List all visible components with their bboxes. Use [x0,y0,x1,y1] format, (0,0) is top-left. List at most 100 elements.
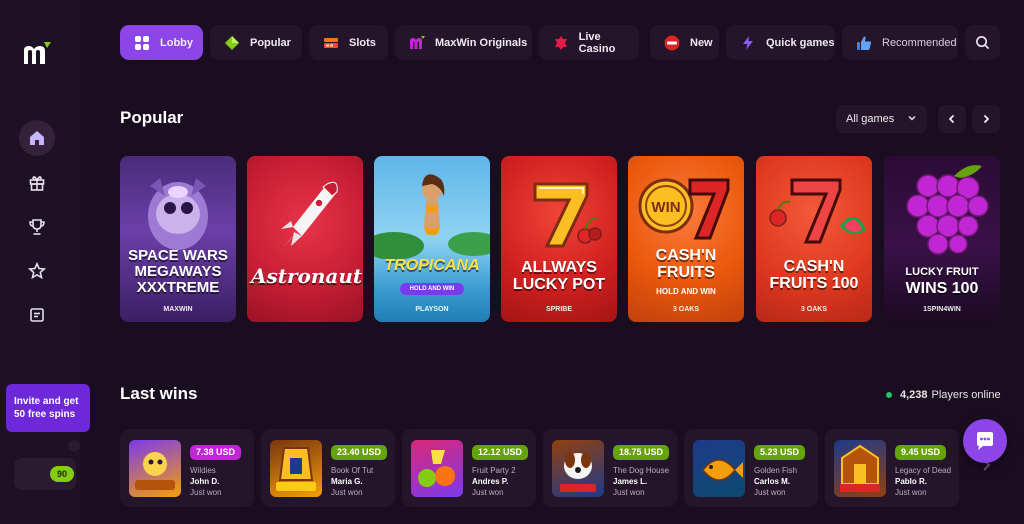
tab-slots[interactable]: Slots [309,25,388,60]
win-time: Just won [895,488,927,497]
win-game-thumbnail [411,440,463,497]
tab-lobby[interactable]: Lobby [120,25,203,60]
win-time: Just won [472,488,504,497]
tab-label: Live Casino [578,30,616,55]
game-provider: SPRIBE [545,306,573,313]
game-card-allways-lucky-pot[interactable]: ALLWAYS LUCKY POT SPRIBE [501,156,617,322]
sidebar-collapse-handle[interactable] [68,440,80,452]
win-amount: 23.40 USD [331,445,388,460]
chat-button[interactable] [963,419,1007,463]
chevron-down-icon [908,115,916,121]
game-provider: PLAYSON [415,306,449,313]
chat-icon [977,432,993,450]
trophy-icon[interactable] [19,209,55,245]
game-provider: 1SPIN4WIN [923,306,961,313]
win-amount: 18.75 USD [613,445,670,460]
game-card-lucky-fruit[interactable]: LUCKY FRUIT WINS 100 1SPIN4WIN [884,156,1000,322]
invite-line-2: 50 free spins [14,409,76,420]
win-game-thumbnail [129,440,181,497]
win-amount: 5.23 USD [754,445,806,460]
points-badge: 90 [50,466,74,482]
game-card-cashn-fruits[interactable]: WIN CASH'N FRUITS HOLD AND WIN 3 OAKS [628,156,744,322]
win-game-name: Book Of Tut [331,466,374,475]
game-card-cashn-fruits-100[interactable]: CASH'N FRUITS 100 3 OAKS [756,156,872,322]
win-entry[interactable]: 9.45 USD Legacy of Dead Pablo R. Just wo… [825,429,959,507]
new-badge-icon [663,34,681,52]
star-icon[interactable] [19,253,55,289]
win-entry[interactable]: 5.23 USD Golden Fish Carlos M. Just won [684,429,818,507]
tab-recommended[interactable]: Recommended [842,25,958,60]
invite-line-1: Invite and get [14,396,79,407]
tab-label: Lobby [160,36,193,49]
game-subtitle: WINS 100 [905,280,979,297]
home-icon[interactable] [19,120,55,156]
game-title: TROPICANA [384,257,480,274]
win-game-thumbnail [552,440,604,497]
fruits-seven-art [769,178,866,244]
news-icon[interactable] [19,297,55,333]
slots-icon [322,34,340,52]
search-icon [976,36,990,50]
tab-label: Recommended [882,36,957,49]
tab-live-casino[interactable]: Live Casino [539,25,639,60]
win-time: Just won [331,488,363,497]
game-title: SPACE WARS MEGAWAYS XXXTREME [128,247,228,296]
popular-prev-button[interactable] [938,105,966,133]
tab-new[interactable]: New [650,25,719,60]
game-title: Astronaut [251,264,363,288]
game-title: ALLWAYS LUCKY POT [512,259,606,293]
online-label: Players online [931,389,1001,401]
win-entry[interactable]: 12.12 USD Fruit Party 2 Andres P. Just w… [402,429,536,507]
diamond-icon [223,34,241,52]
win-amount: 7.38 USD [190,445,242,460]
lightning-icon [739,34,757,52]
games-filter-select[interactable]: All games [836,105,927,133]
search-button[interactable] [965,25,1000,60]
online-status-dot [886,392,892,398]
filter-value: All games [846,113,895,125]
rocket-art [281,181,338,248]
win-entry[interactable]: 18.75 USD The Dog House James L. Just wo… [543,429,677,507]
win-player: John D. [190,477,220,486]
win-player: Maria G. [331,477,363,486]
sidebar: 90 [0,0,80,524]
game-subtitle: HOLD AND WIN [656,287,716,296]
last-wins-title: Last wins [120,384,198,403]
live-casino-icon [552,34,570,52]
tropicana-art [374,174,490,260]
win-amount: 9.45 USD [895,445,947,460]
svg-text:WIN: WIN [651,199,680,216]
win-game-name: Golden Fish [754,466,798,475]
win-player: Pablo R. [895,477,928,486]
players-online: 4,238 Players online [886,389,1001,401]
game-title: CASH'N FRUITS 100 [769,258,859,292]
popular-next-button[interactable] [972,105,1000,133]
grid-icon [133,34,151,52]
win-time: Just won [754,488,786,497]
game-card-tropicana[interactable]: TROPICANA HOLD AND WIN PLAYSON [374,156,490,322]
win-game-thumbnail [693,440,745,497]
game-card-astronaut[interactable]: Astronaut [247,156,363,322]
popular-title: Popular [120,108,184,127]
win-game-name: Legacy of Dead [895,466,952,475]
win-coin-art: WIN [638,178,730,240]
tab-quick-games[interactable]: Quick games [726,25,835,60]
game-card-space-wars[interactable]: SPACE WARS MEGAWAYS XXXTREME MAXWIN [120,156,236,322]
tab-label: New [690,36,713,49]
win-game-name: Fruit Party 2 [472,466,516,475]
game-provider: 3 OAKS [672,306,700,313]
win-entry[interactable]: 7.38 USD Wildies John D. Just won [120,429,254,507]
maxwin-logo-icon [408,34,426,52]
win-player: Andres P. [472,477,509,486]
win-entry[interactable]: 23.40 USD Book Of Tut Maria G. Just won [261,429,395,507]
tab-maxwin-originals[interactable]: MaxWin Originals [395,25,532,60]
gift-icon[interactable] [19,165,55,201]
tab-label: MaxWin Originals [435,36,528,49]
tab-popular[interactable]: Popular [210,25,302,60]
invite-banner[interactable]: Invite and get 50 free spins [6,384,90,432]
tab-label: Slots [349,36,376,49]
chevron-right-icon [983,114,990,124]
win-time: Just won [190,488,222,497]
game-provider: MAXWIN [163,306,193,313]
maxwin-logo[interactable] [22,40,54,68]
